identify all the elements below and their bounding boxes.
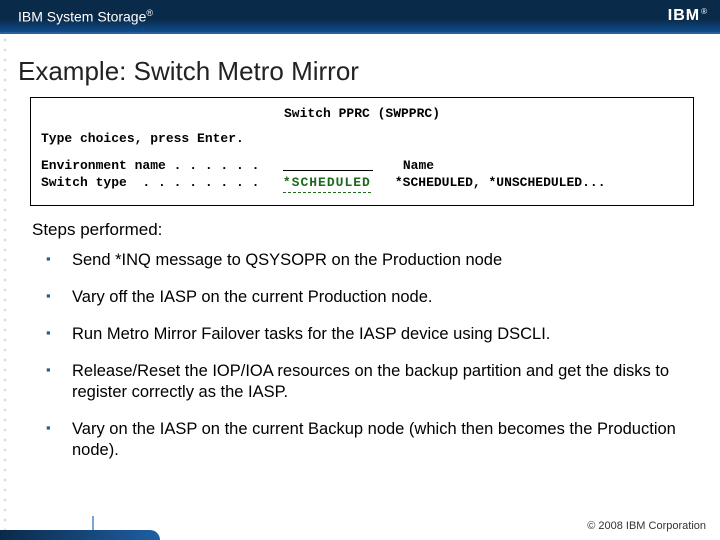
terminal-title: Switch PPRC (SWPPRC) — [41, 106, 683, 123]
step-text: Release/Reset the IOP/IOA resources on t… — [72, 362, 669, 401]
step-text: Run Metro Mirror Failover tasks for the … — [72, 325, 550, 343]
env-label: Environment name . . . . . . — [41, 158, 283, 175]
ibm-logo-reg: ® — [701, 7, 707, 16]
list-item: Vary on the IASP on the current Backup n… — [46, 419, 682, 461]
terminal-row-switch: Switch type . . . . . . . . *SCHEDULED *… — [41, 175, 683, 193]
list-item: Vary off the IASP on the current Product… — [46, 287, 682, 308]
slide-title: Example: Switch Metro Mirror — [18, 56, 702, 87]
content-area: Example: Switch Metro Mirror Switch PPRC… — [18, 44, 702, 500]
footer-accent — [92, 516, 94, 530]
brand-reg: ® — [146, 8, 153, 18]
step-text: Vary off the IASP on the current Product… — [72, 288, 432, 306]
terminal-prompt: Type choices, press Enter. — [41, 131, 683, 148]
env-field[interactable] — [283, 158, 373, 171]
header-bar: IBM System Storage® IBM® — [0, 0, 720, 34]
terminal-row-env: Environment name . . . . . . Name — [41, 158, 683, 175]
left-decorative-rail — [0, 34, 14, 540]
slide: IBM System Storage® IBM® Example: Switch… — [0, 0, 720, 540]
steps-heading: Steps performed: — [32, 220, 702, 240]
ibm-logo: IBM® — [668, 7, 706, 25]
footer: © 2008 IBM Corporation — [0, 510, 720, 540]
switch-value[interactable]: *SCHEDULED — [283, 175, 371, 193]
copyright-text: © 2008 IBM Corporation — [587, 520, 706, 532]
ibm-logo-text: IBM — [668, 7, 700, 24]
footer-stripe — [0, 530, 160, 540]
list-item: Release/Reset the IOP/IOA resources on t… — [46, 361, 682, 403]
switch-options: *SCHEDULED, *UNSCHEDULED... — [395, 175, 606, 193]
list-item: Run Metro Mirror Failover tasks for the … — [46, 324, 682, 345]
brand-base: IBM System Storage — [18, 8, 146, 24]
env-hint: Name — [403, 158, 434, 175]
switch-label: Switch type . . . . . . . . — [41, 175, 283, 193]
steps-list: Send *INQ message to QSYSOPR on the Prod… — [46, 250, 682, 462]
list-item: Send *INQ message to QSYSOPR on the Prod… — [46, 250, 682, 271]
step-text: Vary on the IASP on the current Backup n… — [72, 420, 676, 459]
brand-text: IBM System Storage® — [18, 8, 153, 25]
step-text: Send *INQ message to QSYSOPR on the Prod… — [72, 251, 502, 269]
terminal-panel: Switch PPRC (SWPPRC) Type choices, press… — [30, 97, 694, 206]
